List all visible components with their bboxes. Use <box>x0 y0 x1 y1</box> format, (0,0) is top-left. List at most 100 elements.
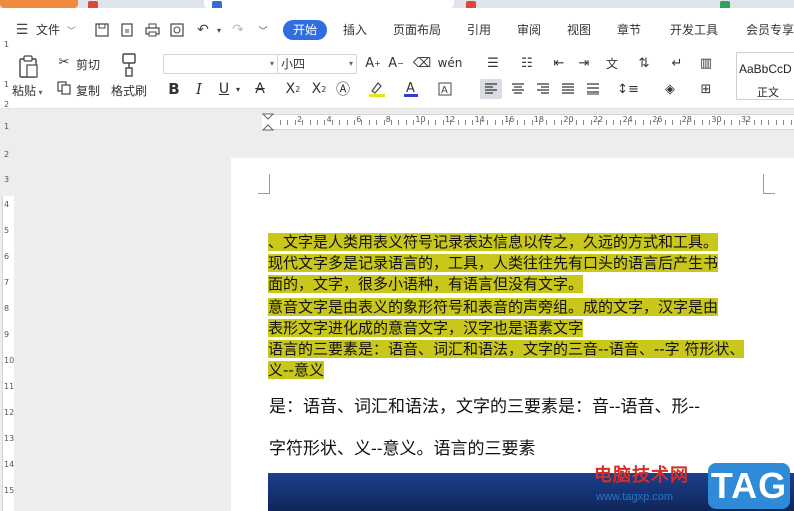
subscript-button[interactable]: X2 <box>308 80 330 98</box>
table-tools-icon[interactable]: ▥ <box>696 54 716 72</box>
ruler-tick <box>716 120 718 125</box>
format-painter-button[interactable]: 格式刷 <box>111 82 147 99</box>
sort-icon[interactable]: ⇅ <box>634 54 654 72</box>
superscript-button[interactable]: X2 <box>282 80 304 98</box>
save-icon[interactable] <box>93 21 111 39</box>
text-effect-icon[interactable]: Ⓐ <box>334 80 352 98</box>
highlight-color-button[interactable] <box>366 80 388 98</box>
clear-format-icon[interactable]: ⌫ <box>413 54 431 72</box>
tab-doc-active[interactable] <box>204 0 454 8</box>
increase-font-size-icon[interactable]: A + <box>364 54 382 72</box>
undo-dropdown-icon[interactable]: ▾ <box>210 21 228 39</box>
shading-icon[interactable]: ◈ <box>658 79 682 99</box>
line-spacing-icon[interactable]: ↕≡ <box>615 79 641 99</box>
ruler-tick <box>650 120 651 125</box>
tab-references[interactable]: 引用 <box>467 23 491 37</box>
body-text-line[interactable]: 字符形状、义--意义。语言的三要素 <box>269 434 536 459</box>
ruler-number: 14 <box>4 460 15 469</box>
highlighted-line[interactable]: 、文字是人类用表义符号记录表达信息以传之，久远的方式和工具。 <box>268 232 719 253</box>
paste-label-text: 粘贴 <box>12 84 37 98</box>
tab-view[interactable]: 视图 <box>567 23 591 37</box>
redo-icon[interactable]: ↷ <box>229 21 247 39</box>
print-preview-icon[interactable] <box>168 21 186 39</box>
highlighted-line[interactable]: 意音文字是由表义的象形符号和表音的声旁组。成的文字，汉字是由 <box>268 297 719 318</box>
italic-button[interactable]: I <box>190 80 208 98</box>
print-icon[interactable] <box>143 21 161 39</box>
align-left-button[interactable] <box>480 79 502 99</box>
ruler-tick <box>442 120 444 125</box>
highlighted-line[interactable]: 面的，文字，很多小语种，有语言但没有文字。 <box>268 274 591 295</box>
decrease-indent-icon[interactable]: ⇤ <box>549 54 569 72</box>
sheet-icon <box>720 1 730 8</box>
tab-developer[interactable]: 开发工具 <box>670 23 718 37</box>
decrease-font-size-icon[interactable]: A − <box>387 54 405 72</box>
tab-review[interactable]: 审阅 <box>517 23 541 37</box>
highlight-text: 现代文字多是记录语言的，工具，人类往往先有口头的语言后产生书 <box>268 254 719 272</box>
highlight-text: 义--意义 <box>268 361 324 379</box>
paste-label[interactable]: 粘贴 ▾ <box>12 82 43 99</box>
highlighted-line[interactable]: 义--意义 <box>268 360 332 381</box>
tab-pdf[interactable] <box>458 0 708 8</box>
vertical-ruler[interactable]: 1 1 2 1 2 3 4 5 6 7 8 9 10 11 12 13 14 15 <box>0 40 15 511</box>
indent-marker-icon[interactable] <box>261 113 275 131</box>
ruler-number: 1 <box>4 80 10 89</box>
phonetic-guide-icon[interactable]: wén <box>438 54 463 72</box>
copy-button[interactable]: 复制 <box>76 82 100 99</box>
distributed-align-button[interactable] <box>582 79 604 99</box>
underline-dropdown-icon[interactable]: ▾ <box>234 83 242 95</box>
tab-page-layout[interactable]: 页面布局 <box>393 23 441 37</box>
file-menu[interactable]: 文件 ﹀ <box>36 23 76 39</box>
show-marks-icon[interactable]: ↵ <box>666 54 688 72</box>
ruler-tick <box>294 120 296 125</box>
ruler-tick <box>576 120 577 125</box>
align-right-button[interactable] <box>532 79 554 99</box>
ruler-tick <box>524 120 526 125</box>
format-painter-icon[interactable] <box>116 52 142 78</box>
ruler-tick <box>568 120 570 125</box>
ruler-tick <box>346 120 348 125</box>
bullet-list-icon[interactable]: ☰ <box>483 54 503 72</box>
paste-button[interactable] <box>14 52 44 82</box>
underline-button[interactable]: U <box>214 80 234 98</box>
highlighted-line[interactable]: 现代文字多是记录语言的，工具，人类往往先有口头的语言后产生书 <box>268 253 719 274</box>
font-size-select[interactable]: 小四 ▾ <box>277 54 357 74</box>
export-pdf-icon[interactable] <box>118 21 136 39</box>
font-color-button[interactable]: A <box>400 80 422 98</box>
highlighted-line[interactable]: 表形文字进化成的意音文字，汉字也是语素文字 <box>268 318 591 339</box>
character-border-icon[interactable]: A <box>436 80 454 98</box>
document-tab-strip <box>0 0 794 8</box>
ruler-tick <box>642 120 644 125</box>
horizontal-ruler[interactable]: 2468101214161820222426283032 <box>0 110 794 134</box>
strikethrough-button[interactable]: A <box>250 80 270 98</box>
tab-sheet[interactable] <box>712 0 794 8</box>
align-center-button[interactable] <box>507 79 529 99</box>
tab-home[interactable] <box>0 0 78 8</box>
tab-insert[interactable]: 插入 <box>343 23 367 37</box>
justify-button[interactable] <box>557 79 579 99</box>
increase-indent-icon[interactable]: ⇥ <box>574 54 594 72</box>
ruler-number: 9 <box>4 330 10 339</box>
style-name: 正文 <box>757 86 779 99</box>
ruler-tick <box>398 120 400 125</box>
tab-start[interactable]: 开始 <box>283 20 327 40</box>
body-text-line[interactable]: 是：语音、词汇和语法，文字的三要素是：音--语音、形-- <box>269 392 700 417</box>
style-normal[interactable]: AaBbCcD 正文 <box>736 52 794 100</box>
quick-access-chevron-icon[interactable]: ﹀ <box>254 21 272 39</box>
tab-doc-1[interactable] <box>84 0 200 8</box>
cut-button[interactable]: 剪切 <box>76 56 100 73</box>
ruler-tick <box>553 120 555 125</box>
tab-chapter[interactable]: 章节 <box>617 23 641 37</box>
watermark-url: www.tagxp.com <box>596 491 674 503</box>
highlighted-line[interactable]: 语言的三要素是：语音、词汇和语法，文字的三音--语音、--字 符形状、 <box>268 339 745 360</box>
copy-icon[interactable] <box>55 79 73 97</box>
bold-button[interactable]: B <box>165 80 183 98</box>
chinese-layout-icon[interactable]: 文 <box>602 54 622 72</box>
font-name-select[interactable]: ▾ <box>163 54 278 74</box>
tab-member[interactable]: 会员专享 <box>746 23 794 37</box>
ruler-tick <box>694 120 696 125</box>
cut-icon[interactable]: ✂ <box>55 53 73 71</box>
numbered-list-icon[interactable]: ☷ <box>517 54 537 72</box>
ruler-tick <box>746 120 748 125</box>
borders-icon[interactable]: ⊞ <box>694 79 718 99</box>
hamburger-menu-icon[interactable]: ☰ <box>13 21 31 39</box>
